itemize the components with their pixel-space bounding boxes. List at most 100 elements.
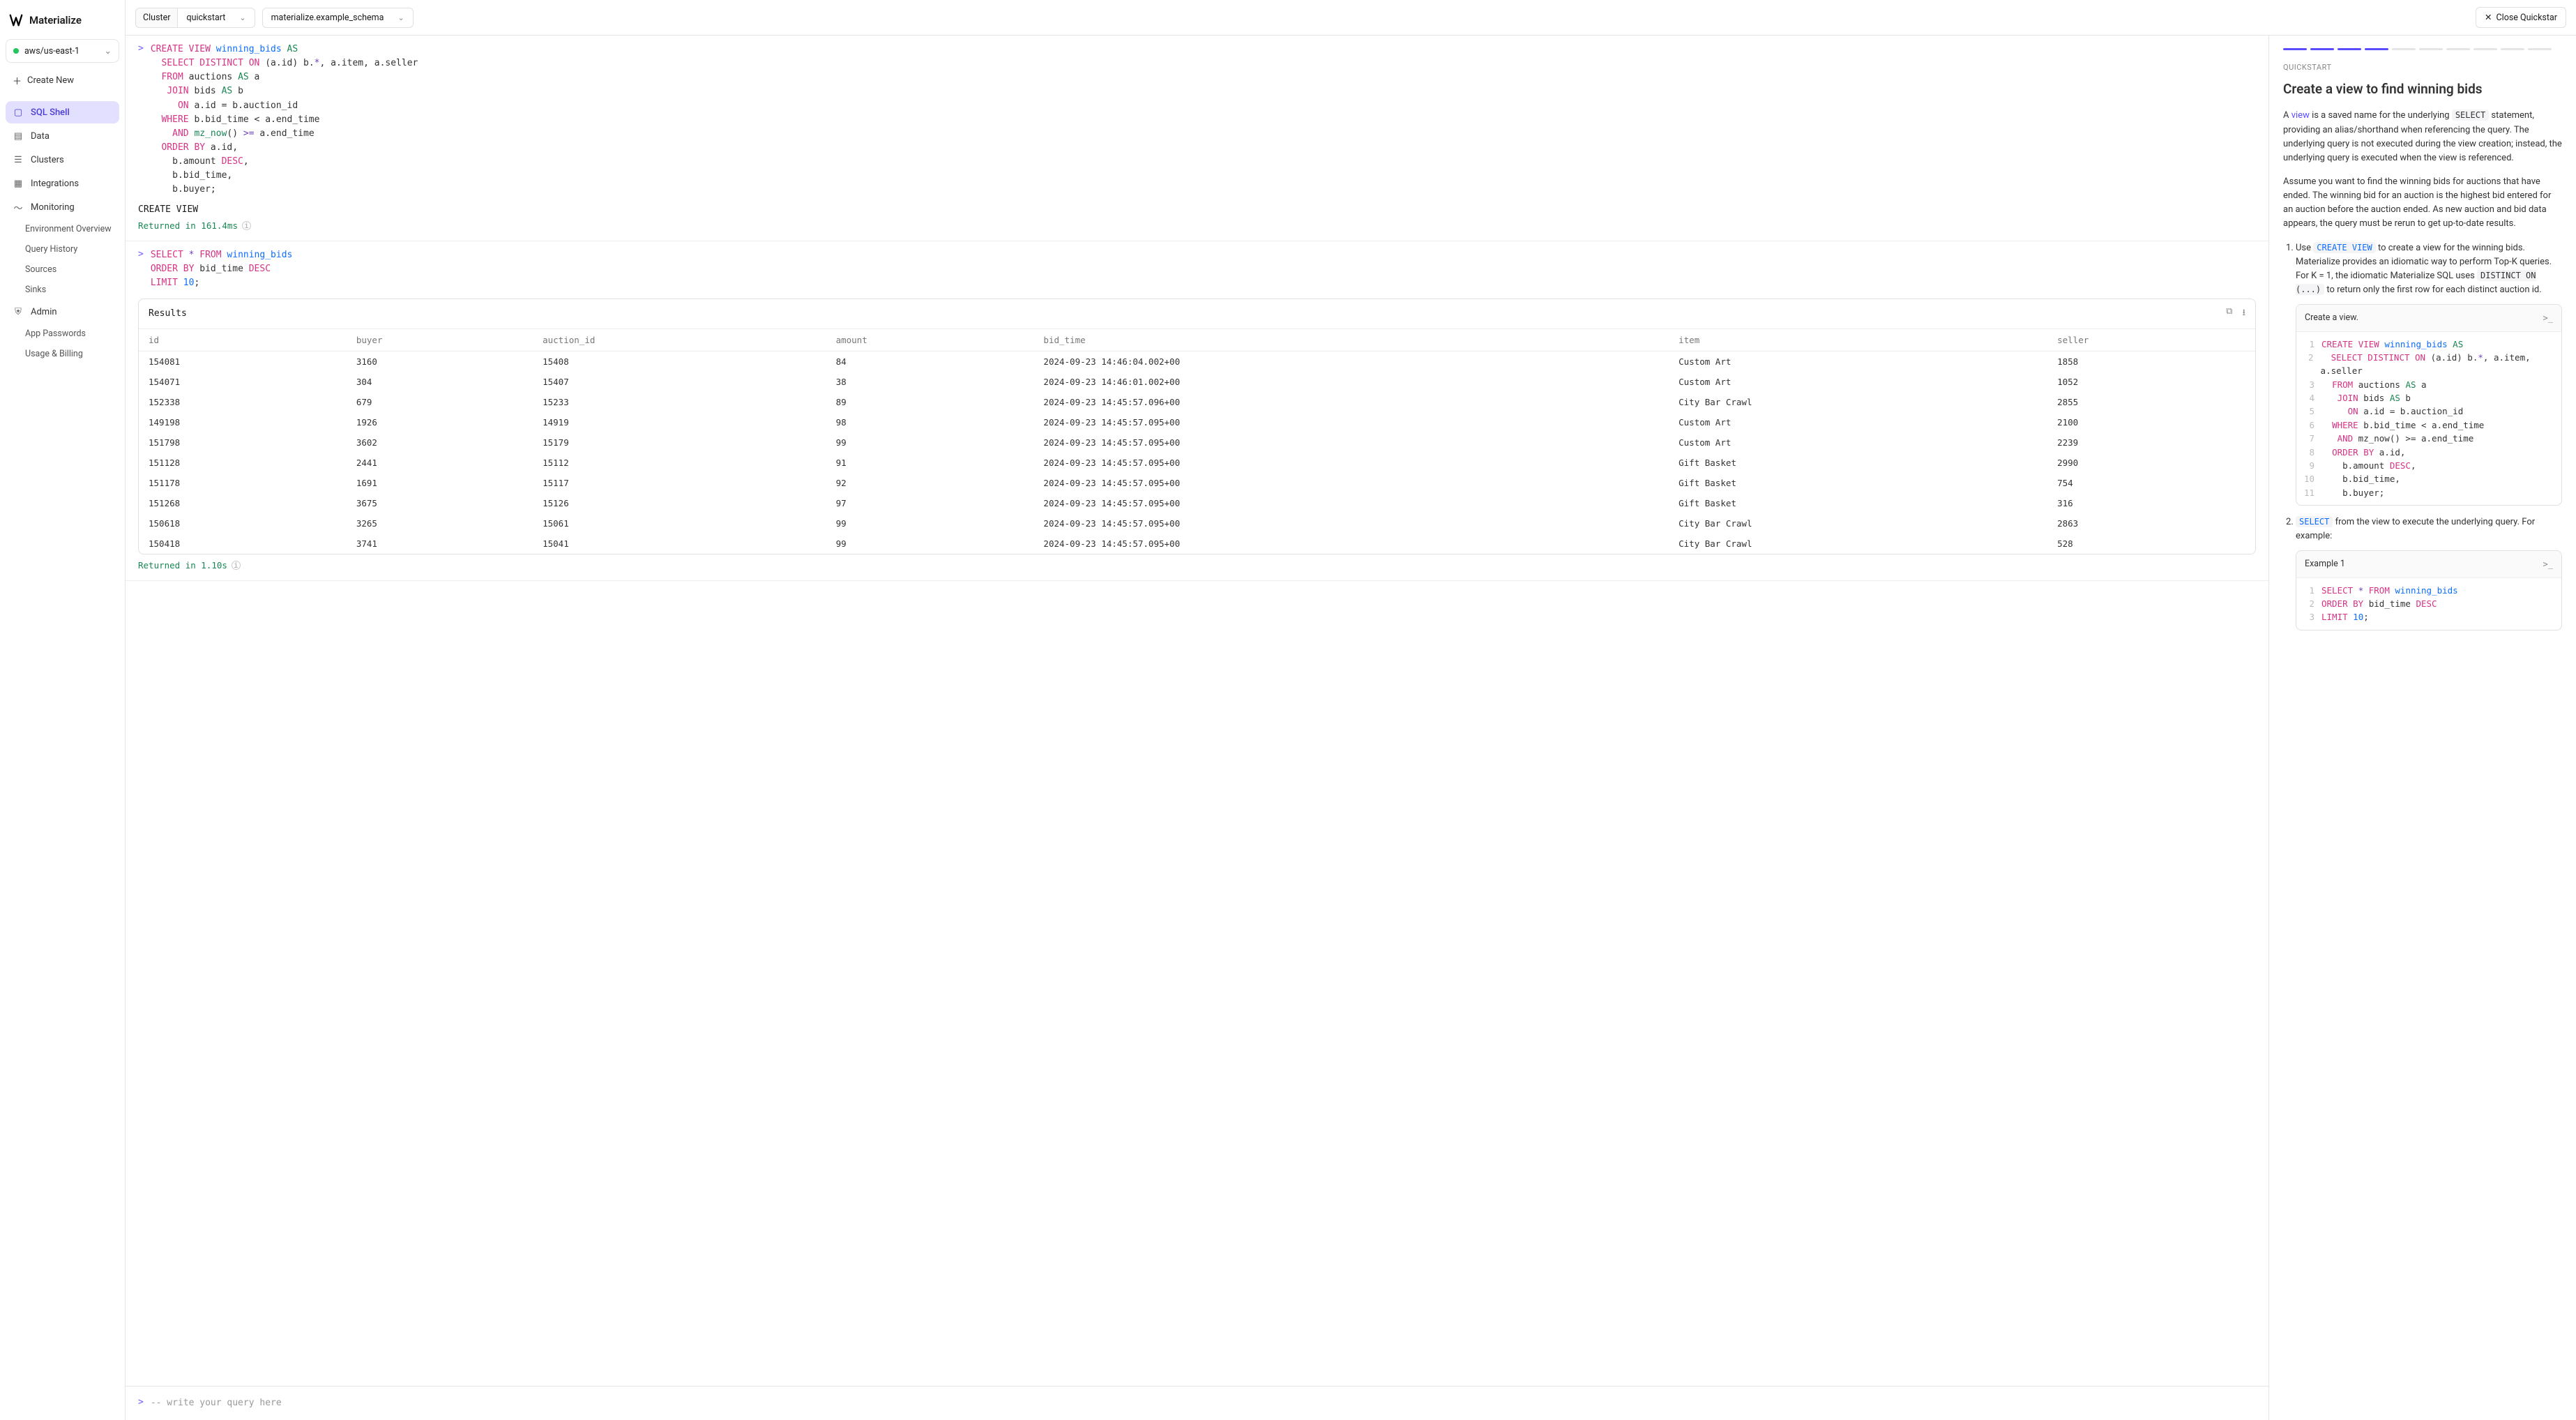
nav-sql-shell[interactable]: ▢ SQL Shell — [6, 101, 119, 123]
table-cell: City Bar Crawl — [1669, 392, 2047, 412]
nav-label: Monitoring — [31, 202, 75, 213]
environment-selector[interactable]: aws/us-east-1 ⌄ — [6, 39, 119, 63]
table-cell: Custom Art — [1669, 372, 2047, 392]
table-row[interactable]: 151798360215179992024-09-23 14:45:57.095… — [139, 432, 2255, 453]
step-2: SELECT from the view to execute the unde… — [2296, 515, 2562, 630]
brand-name: Materialize — [29, 14, 82, 27]
table-cell: Gift Basket — [1669, 473, 2047, 493]
table-cell: 150418 — [139, 534, 347, 554]
chevron-down-icon: ⌄ — [105, 45, 112, 56]
cluster-label: Cluster — [135, 8, 177, 28]
table-cell: 84 — [826, 351, 1034, 372]
copy-icon[interactable]: ⧉ — [2226, 306, 2232, 322]
table-cell: 151798 — [139, 432, 347, 453]
table-row[interactable]: 151178169115117922024-09-23 14:45:57.095… — [139, 473, 2255, 493]
run-icon[interactable]: >_ — [2543, 312, 2553, 325]
results-table: idbuyerauction_idamountbid_timeitemselle… — [139, 329, 2255, 554]
schema-dropdown[interactable]: materialize.example_schema ⌄ — [262, 8, 414, 28]
query-sql-2: SELECT * FROM winning_bids ORDER BY bid_… — [151, 248, 293, 290]
table-cell: 1052 — [2047, 372, 2255, 392]
nav-sources[interactable]: Sources — [6, 260, 119, 279]
table-cell: 316 — [2047, 493, 2255, 513]
table-cell: 15407 — [533, 372, 826, 392]
table-row[interactable]: 154081316015408842024-09-23 14:46:04.002… — [139, 351, 2255, 372]
table-cell: 151128 — [139, 453, 347, 473]
table-cell: 15233 — [533, 392, 826, 412]
sql-shell-pane: > CREATE VIEW winning_bids AS SELECT DIS… — [126, 36, 2269, 1420]
code-card-create-view: Create a view. >_ 1CREATE VIEW winning_b… — [2296, 304, 2562, 506]
table-cell: Gift Basket — [1669, 453, 2047, 473]
status-dot-icon — [13, 48, 19, 54]
brand-logo[interactable]: Materialize — [6, 8, 119, 38]
column-header: bid_time — [1033, 329, 1669, 352]
table-cell: 15112 — [533, 453, 826, 473]
nav-app-passwords[interactable]: App Passwords — [6, 324, 119, 343]
query-status-1: Returned in 161.4ms i — [138, 220, 2256, 231]
table-cell: 2024-09-23 14:46:01.002+00 — [1033, 372, 1669, 392]
table-cell: 38 — [826, 372, 1034, 392]
table-row[interactable]: 15233867915233892024-09-23 14:45:57.096+… — [139, 392, 2255, 412]
table-row[interactable]: 150418374115041992024-09-23 14:45:57.095… — [139, 534, 2255, 554]
code-card-title: Example 1 — [2305, 557, 2345, 571]
quickstart-panel: QUICKSTART Create a view to find winning… — [2269, 36, 2576, 1420]
main: Cluster quickstart ⌄ materialize.example… — [126, 0, 2576, 1420]
table-cell: 2024-09-23 14:46:04.002+00 — [1033, 351, 1669, 372]
nav-monitoring[interactable]: 〜 Monitoring — [6, 196, 119, 218]
info-icon[interactable]: i — [242, 221, 251, 230]
close-quickstart-button[interactable]: ✕ Close Quickstar — [2476, 7, 2566, 28]
table-cell: 2100 — [2047, 412, 2255, 432]
nav-admin[interactable]: ⛨ Admin — [6, 301, 119, 323]
table-cell: City Bar Crawl — [1669, 513, 2047, 534]
table-row[interactable]: 149198192614919982024-09-23 14:45:57.095… — [139, 412, 2255, 432]
table-cell: 528 — [2047, 534, 2255, 554]
table-row[interactable]: 150618326515061992024-09-23 14:45:57.095… — [139, 513, 2255, 534]
table-cell: 2024-09-23 14:45:57.095+00 — [1033, 493, 1669, 513]
terminal-icon: ▢ — [13, 107, 24, 118]
table-cell: 151268 — [139, 493, 347, 513]
table-cell: 15179 — [533, 432, 826, 453]
table-row[interactable]: 15407130415407382024-09-23 14:46:01.002+… — [139, 372, 2255, 392]
nav-data[interactable]: ▤ Data — [6, 125, 119, 147]
table-cell: 99 — [826, 513, 1034, 534]
table-cell: 304 — [347, 372, 533, 392]
cluster-value: quickstart — [186, 13, 225, 23]
table-cell: 679 — [347, 392, 533, 412]
nav-environment-overview[interactable]: Environment Overview — [6, 220, 119, 239]
table-row[interactable]: 151268367515126972024-09-23 14:45:57.095… — [139, 493, 2255, 513]
returned-text: Returned in 1.10s — [138, 560, 227, 571]
table-row[interactable]: 151128244115112912024-09-23 14:45:57.095… — [139, 453, 2255, 473]
table-cell: 1926 — [347, 412, 533, 432]
nav-clusters[interactable]: ☰ Clusters — [6, 149, 119, 171]
query-sql-1: CREATE VIEW winning_bids AS SELECT DISTI… — [151, 43, 418, 197]
activity-icon: 〜 — [13, 202, 24, 213]
table-cell: 1858 — [2047, 351, 2255, 372]
step-1: Use CREATE VIEW to create a view for the… — [2296, 241, 2562, 506]
nav-label: Admin — [31, 307, 57, 317]
prompt-caret-icon: > — [138, 43, 144, 197]
chevron-down-icon: ⌄ — [239, 13, 245, 22]
chevron-down-icon: ⌄ — [397, 13, 404, 22]
cluster-dropdown[interactable]: quickstart ⌄ — [177, 8, 255, 28]
table-cell: City Bar Crawl — [1669, 534, 2047, 554]
query-block-2: > SELECT * FROM winning_bids ORDER BY bi… — [126, 241, 2268, 581]
create-new-label: Create New — [27, 75, 74, 86]
sql-input-row[interactable]: > -- write your query here — [126, 1386, 2268, 1420]
nav-usage-billing[interactable]: Usage & Billing — [6, 345, 119, 363]
table-cell: 754 — [2047, 473, 2255, 493]
results-box: Results ⧉ ⭳ idbuyerauction_idamountbid_t… — [138, 299, 2256, 554]
table-cell: Custom Art — [1669, 412, 2047, 432]
nav-sinks[interactable]: Sinks — [6, 280, 119, 299]
nav-query-history[interactable]: Query History — [6, 240, 119, 259]
info-icon[interactable]: i — [232, 561, 241, 570]
table-cell: Custom Art — [1669, 432, 2047, 453]
plus-icon: ＋ — [13, 74, 22, 87]
download-icon[interactable]: ⭳ — [2242, 306, 2245, 322]
view-link[interactable]: view — [2291, 110, 2310, 121]
table-cell: 15041 — [533, 534, 826, 554]
schema-value: materialize.example_schema — [271, 13, 384, 23]
sql-input-placeholder[interactable]: -- write your query here — [151, 1396, 282, 1410]
run-icon[interactable]: >_ — [2543, 558, 2553, 571]
nav-integrations[interactable]: ▦ Integrations — [6, 172, 119, 195]
create-new-button[interactable]: ＋ Create New — [6, 68, 119, 93]
code-card-title: Create a view. — [2305, 311, 2358, 324]
